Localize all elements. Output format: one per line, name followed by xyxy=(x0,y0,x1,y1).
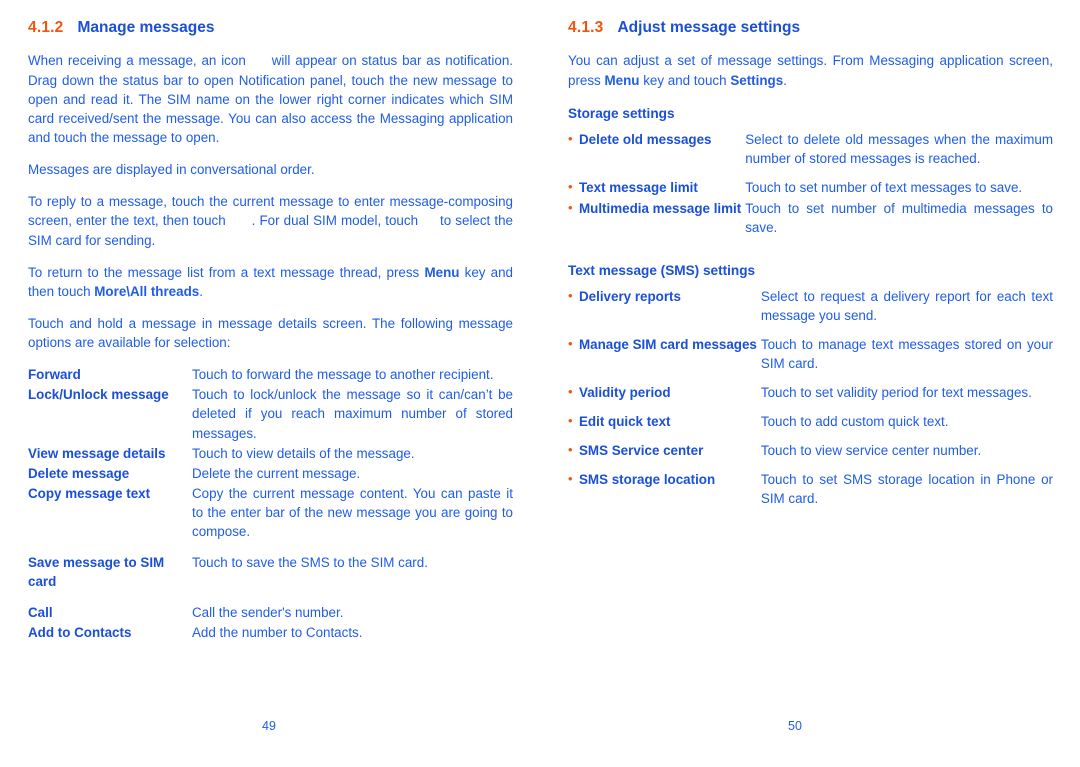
bullet-icon: • xyxy=(568,199,573,215)
table-row: Call Call the sender's number. xyxy=(28,592,513,623)
paragraph-text-part-a: When receiving a message, an icon xyxy=(28,53,246,69)
list-item: • SMS Service center Touch to view servi… xyxy=(568,441,1053,470)
adjust-text-part-a: You can adjust a set of message settings… xyxy=(568,53,1053,88)
settings-label: Settings xyxy=(730,72,784,88)
setting-term: Validity period xyxy=(579,384,671,400)
reply-text-part-b: . For dual SIM model, touch xyxy=(251,213,419,229)
storage-settings-table: • Delete old messages Select to delete o… xyxy=(568,130,1053,247)
storage-settings-heading: Storage settings xyxy=(568,105,675,121)
option-description: Delete the current message. xyxy=(192,465,361,481)
paragraph-return-to-list: To return to the message list from a tex… xyxy=(28,263,513,301)
paragraph-adjust-settings: You can adjust a set of message settings… xyxy=(568,51,1053,89)
list-item: • SMS storage location Touch to set SMS … xyxy=(568,470,1053,518)
list-item: • Delete old messages Select to delete o… xyxy=(568,130,1053,178)
page-number-right: 50 xyxy=(788,719,802,733)
section-heading-413: 4.1.3 Adjust message settings xyxy=(568,18,1053,37)
setting-description: Touch to set validity period for text me… xyxy=(760,384,1032,400)
option-term: Call xyxy=(28,604,53,620)
option-term: Forward xyxy=(28,367,81,383)
paragraph-conversational-order: Messages are displayed in conversational… xyxy=(28,162,315,178)
list-item: • Text message limit Touch to set number… xyxy=(568,178,1053,199)
list-item: • Validity period Touch to set validity … xyxy=(568,383,1053,412)
setting-description: Select to request a delivery report for … xyxy=(760,288,1053,323)
menu-key-label: Menu xyxy=(424,264,460,280)
page-right-content: 4.1.3 Adjust message settings You can adj… xyxy=(568,18,1053,518)
table-row: Add to Contacts Add the number to Contac… xyxy=(28,623,513,643)
setting-description: Touch to manage text messages stored on … xyxy=(760,336,1053,371)
option-description: Add the number to Contacts. xyxy=(192,624,363,640)
page-left-content: 4.1.2 Manage messages When receiving a me… xyxy=(28,18,513,643)
table-row: Forward Touch to forward the message to … xyxy=(28,365,513,385)
bullet-icon: • xyxy=(568,130,573,146)
sms-settings-heading: Text message (SMS) settings xyxy=(568,262,756,278)
setting-description: Touch to set number of multimedia messag… xyxy=(745,200,1053,235)
option-description: Touch to view details of the message. xyxy=(192,445,415,461)
list-item: • Manage SIM card messages Touch to mana… xyxy=(568,335,1053,383)
option-term: Add to Contacts xyxy=(28,624,132,640)
option-description: Touch to save the SMS to the SIM card. xyxy=(192,554,428,570)
paragraph-receiving-message: When receiving a message, an icon will ap… xyxy=(28,51,513,147)
table-row: Delete message Delete the current messag… xyxy=(28,464,513,484)
return-text-part-c: . xyxy=(199,283,203,299)
adjust-text-part-c: . xyxy=(783,72,787,88)
section-number: 4.1.3 xyxy=(568,19,604,36)
option-description: Touch to forward the message to another … xyxy=(192,367,494,383)
bullet-icon: • xyxy=(568,383,573,399)
option-term: Delete message xyxy=(28,465,130,481)
option-description: Call the sender's number. xyxy=(192,604,344,620)
paragraph-touch-and-hold: Touch and hold a message in message deta… xyxy=(28,316,513,351)
section-number: 4.1.2 xyxy=(28,19,64,36)
setting-term: Delete old messages xyxy=(579,131,712,147)
return-text-part-a: To return to the message list from a tex… xyxy=(28,264,420,280)
setting-description: Touch to set SMS storage location in Pho… xyxy=(760,472,1053,507)
bullet-icon: • xyxy=(568,442,573,458)
page-title: Adjust message settings xyxy=(617,19,801,36)
setting-term: Text message limit xyxy=(579,179,698,195)
setting-description: Select to delete old messages when the m… xyxy=(745,131,1053,166)
list-item: • Edit quick text Touch to add custom qu… xyxy=(568,412,1053,441)
table-row: Copy message text Copy the current messa… xyxy=(28,484,513,542)
menu-key-label: Menu xyxy=(604,72,640,88)
option-term: Copy message text xyxy=(28,485,151,501)
setting-term: Multimedia message limit xyxy=(579,200,742,216)
bullet-icon: • xyxy=(568,413,573,428)
setting-term: Edit quick text xyxy=(579,414,671,429)
option-description: Copy the current message content. You ca… xyxy=(192,485,513,539)
paragraph-reply-message: To reply to a message, touch the current… xyxy=(28,192,513,249)
bullet-icon: • xyxy=(568,178,573,194)
setting-description: Touch to view service center number. xyxy=(760,443,982,459)
option-term: View message details xyxy=(28,445,166,461)
page-right: 4.1.3 Adjust message settings You can adj… xyxy=(540,0,1080,767)
setting-description: Touch to add custom quick text. xyxy=(760,414,949,429)
bullet-icon: • xyxy=(568,287,573,303)
adjust-text-part-b: key and touch xyxy=(643,72,727,88)
page-left: 4.1.2 Manage messages When receiving a me… xyxy=(0,0,540,767)
list-item: • Multimedia message limit Touch to set … xyxy=(568,199,1053,247)
setting-description: Touch to set number of text messages to … xyxy=(745,179,1023,195)
setting-term: SMS Service center xyxy=(579,443,704,459)
option-term: Lock/Unlock message xyxy=(28,387,169,403)
page-title: Manage messages xyxy=(77,19,215,36)
page-number-left: 49 xyxy=(262,719,276,733)
message-options-table: Forward Touch to forward the message to … xyxy=(28,365,513,642)
table-row: View message details Touch to view detai… xyxy=(28,444,513,464)
list-item: • Delivery reports Select to request a d… xyxy=(568,287,1053,335)
section-heading-412: 4.1.2 Manage messages xyxy=(28,18,513,37)
option-description: Touch to lock/unlock the message so it c… xyxy=(192,387,513,441)
bullet-icon: • xyxy=(568,471,573,487)
option-term: Save message to SIM card xyxy=(28,554,165,589)
bullet-icon: • xyxy=(568,335,573,351)
setting-term: Manage SIM card messages xyxy=(579,336,757,352)
sms-settings-table: • Delivery reports Select to request a d… xyxy=(568,287,1053,518)
table-row: Lock/Unlock message Touch to lock/unlock… xyxy=(28,385,513,443)
setting-term: Delivery reports xyxy=(579,288,681,304)
setting-term: SMS storage location xyxy=(579,472,716,488)
page-spread: 4.1.2 Manage messages When receiving a me… xyxy=(0,0,1080,767)
more-all-threads-label: More\All threads xyxy=(94,283,200,299)
table-row: Save message to SIM card Touch to save t… xyxy=(28,542,513,592)
